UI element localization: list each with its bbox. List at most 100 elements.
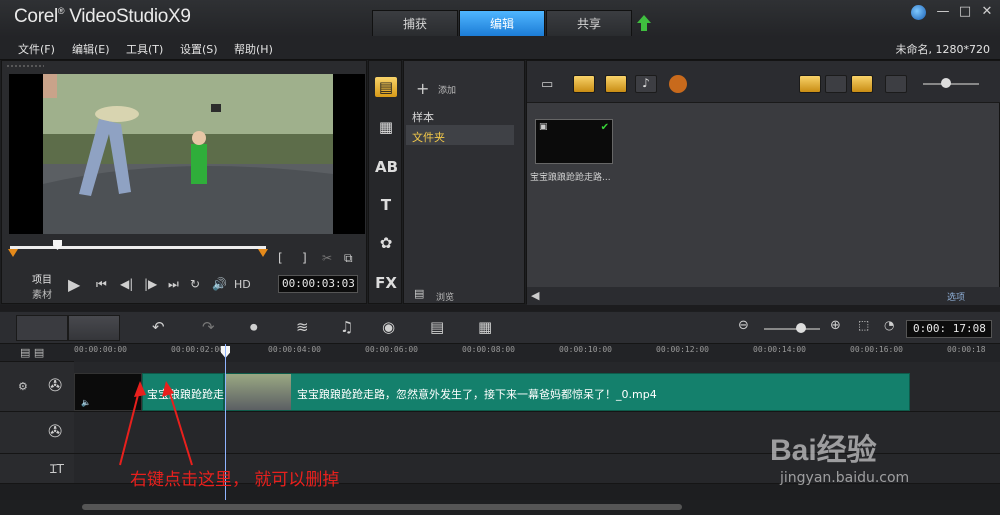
project-info: 未命名, 1280*720 bbox=[895, 43, 990, 56]
panel-grip[interactable] bbox=[6, 64, 44, 68]
thumb-size-slider[interactable] bbox=[923, 83, 979, 85]
hd-toggle[interactable]: HD bbox=[234, 278, 251, 291]
track-controls-header: ▤ ▤ bbox=[0, 344, 74, 362]
show-audio-toggle[interactable]: ♪ bbox=[635, 75, 657, 93]
zoom-out-icon[interactable]: ⊖ bbox=[738, 318, 749, 333]
menu-bar: 文件(F) 编辑(E) 工具(T) 设置(S) 帮助(H) 未命名, 1280*… bbox=[0, 37, 1000, 60]
volume-icon[interactable]: 🔊 bbox=[212, 277, 227, 291]
mixer-icon[interactable]: ♫ bbox=[340, 318, 353, 336]
maximize-icon[interactable]: □ bbox=[956, 4, 974, 20]
split-icon[interactable]: ✂ bbox=[322, 251, 332, 265]
clock-icon[interactable]: ◔ bbox=[884, 318, 894, 332]
preview-timecode[interactable]: 00:00:03:03 bbox=[278, 275, 358, 293]
storyboard-view-button[interactable] bbox=[16, 315, 68, 341]
video-track[interactable]: 🔈 宝宝踉踉跄跄走 宝宝踉踉跄跄走路，忽然意外发生了，接下来一幕爸妈都惊呆了！_… bbox=[74, 362, 1000, 412]
prev-frame-icon[interactable]: ◀| bbox=[120, 277, 133, 291]
record-icon[interactable]: ⏺ bbox=[250, 318, 258, 336]
add-icon[interactable]: + bbox=[416, 79, 429, 98]
audio-wave-icon[interactable]: ≋ bbox=[296, 318, 309, 336]
timeline-duration[interactable]: 0:00: 17:08 bbox=[906, 320, 992, 338]
title-bar: Corel® VideoStudioX9 捕获 编辑 共享 — □ ✕ bbox=[0, 0, 1000, 37]
tree-item-folder[interactable]: 文件夹 bbox=[412, 129, 445, 145]
next-frame-icon[interactable]: |▶ bbox=[144, 277, 157, 291]
add-folder-label[interactable]: 添加 bbox=[438, 83, 456, 96]
zoom-in-icon[interactable]: ⊕ bbox=[830, 318, 841, 333]
subtitle-icon[interactable]: ▤ bbox=[430, 318, 444, 336]
filter-icon[interactable]: FX bbox=[375, 273, 397, 293]
folder-icon[interactable]: ▭ bbox=[541, 77, 553, 92]
motion-icon[interactable]: ◉ bbox=[382, 318, 395, 336]
media-thumbnail[interactable]: ▣ ✔ bbox=[535, 119, 613, 164]
home-icon[interactable]: ⏮ bbox=[96, 277, 107, 292]
tab-edit[interactable]: 编辑 bbox=[459, 10, 545, 36]
menu-settings[interactable]: 设置(S) bbox=[180, 41, 218, 57]
title-icon[interactable]: T bbox=[375, 195, 397, 215]
upload-arrow-icon[interactable] bbox=[636, 14, 652, 32]
browse-icon[interactable]: ▤ bbox=[414, 287, 424, 300]
film-reel-icon[interactable]: ✇ bbox=[48, 376, 62, 396]
instant-project-icon[interactable]: ▦ bbox=[375, 117, 397, 137]
watermark-brand: Bai经验 bbox=[770, 434, 877, 467]
mark-in-button[interactable]: [ bbox=[278, 251, 283, 265]
mark-out-handle[interactable] bbox=[258, 249, 268, 257]
thumb-size-knob[interactable] bbox=[941, 78, 951, 88]
play-icon[interactable]: ▶ bbox=[68, 275, 80, 294]
ruler-label: 00:00:16:00 bbox=[850, 345, 903, 354]
fit-project-icon[interactable]: ⬚ bbox=[858, 318, 869, 332]
video-type-icon: ▣ bbox=[539, 122, 548, 132]
minimize-icon[interactable]: — bbox=[934, 4, 952, 20]
player-panel: [ ] ✂ ⧉ 项目 素材 ▶ ⏮ ◀| |▶ ⏭ ↻ 🔊 HD 00:00:0… bbox=[1, 60, 367, 304]
menu-help[interactable]: 帮助(H) bbox=[234, 41, 273, 57]
timeline-ruler[interactable]: 00:00:00:00 00:00:02:00 00:00:04:00 00:0… bbox=[74, 344, 1000, 362]
mark-out-button[interactable]: ] bbox=[302, 251, 307, 265]
ruler-label: 00:00:12:00 bbox=[656, 345, 709, 354]
panel-divider[interactable] bbox=[0, 305, 1000, 311]
show-photo-toggle[interactable] bbox=[605, 75, 627, 93]
show-video-toggle[interactable] bbox=[573, 75, 595, 93]
sort-order-icon[interactable] bbox=[885, 75, 907, 93]
media-icon[interactable]: ▤ bbox=[375, 77, 397, 97]
repeat-icon[interactable]: ↻ bbox=[190, 277, 200, 291]
sort-icon[interactable] bbox=[669, 75, 687, 93]
mark-in-handle[interactable] bbox=[8, 249, 18, 257]
undo-icon[interactable]: ↶ bbox=[152, 318, 165, 336]
menu-tools[interactable]: 工具(T) bbox=[126, 41, 163, 57]
track-settings-icon[interactable]: ⚙ bbox=[18, 380, 28, 393]
globe-icon[interactable] bbox=[911, 5, 926, 20]
clip-main[interactable]: 宝宝踉踉跄跄走路，忽然意外发生了，接下来一幕爸妈都惊呆了！_0.mp4 bbox=[224, 373, 910, 411]
menu-file[interactable]: 文件(F) bbox=[18, 41, 55, 57]
redo-icon[interactable]: ↷ bbox=[202, 318, 215, 336]
view-grid-toggle[interactable] bbox=[851, 75, 873, 93]
tab-capture[interactable]: 捕获 bbox=[372, 10, 458, 36]
menu-edit[interactable]: 编辑(E) bbox=[72, 41, 110, 57]
mode-clip[interactable]: 素材 bbox=[32, 286, 52, 301]
check-icon: ✔ bbox=[600, 122, 609, 133]
preview-scrubber[interactable] bbox=[10, 246, 266, 249]
enlarge-icon[interactable]: ⧉ bbox=[344, 251, 353, 266]
track-manager-icon[interactable]: ▤ ▤ bbox=[20, 346, 44, 359]
collapse-icon[interactable]: ◀ bbox=[531, 289, 539, 302]
browse-label[interactable]: 浏览 bbox=[436, 290, 454, 303]
app-title: Corel® VideoStudioX9 bbox=[14, 6, 191, 27]
overlay-reel-icon[interactable]: ✇ bbox=[48, 422, 62, 442]
close-icon[interactable]: ✕ bbox=[978, 4, 996, 20]
ruler-label: 00:00:00:00 bbox=[74, 345, 127, 354]
timeline-toolbar: ↶ ↷ ⏺ ≋ ♫ ◉ ▤ ▦ ⊖ ⊕ ⬚ ◔ 0:00: 17:08 bbox=[0, 312, 1000, 344]
tree-item-samples[interactable]: 样本 bbox=[412, 109, 434, 125]
graphic-icon[interactable]: ✿ bbox=[375, 233, 397, 253]
view-thumb-toggle[interactable] bbox=[799, 75, 821, 93]
title-track-icon[interactable]: ꞮT bbox=[50, 460, 64, 477]
ruler-label: 00:00:10:00 bbox=[559, 345, 612, 354]
end-icon[interactable]: ⏭ bbox=[168, 277, 179, 292]
multicam-icon[interactable]: ▦ bbox=[478, 318, 492, 336]
timeline-view-button[interactable] bbox=[68, 315, 120, 341]
view-list-toggle[interactable] bbox=[825, 75, 847, 93]
tab-share[interactable]: 共享 bbox=[546, 10, 632, 36]
timeline-scroll-thumb[interactable] bbox=[82, 504, 682, 510]
timeline-zoom-slider[interactable] bbox=[764, 328, 820, 330]
mode-project[interactable]: 项目 bbox=[32, 271, 52, 286]
timeline-zoom-knob[interactable] bbox=[796, 323, 806, 333]
ruler-label: 00:00:14:00 bbox=[753, 345, 806, 354]
transition-icon[interactable]: AB bbox=[375, 157, 398, 177]
options-button[interactable]: 选项 bbox=[947, 290, 965, 303]
